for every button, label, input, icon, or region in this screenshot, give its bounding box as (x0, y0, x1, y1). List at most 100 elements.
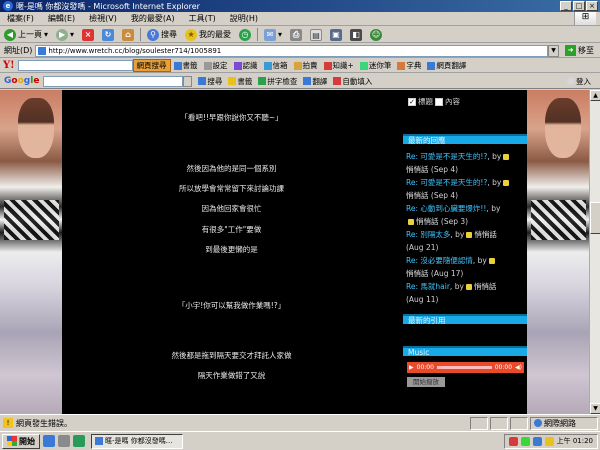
yahoo-search-input[interactable] (17, 60, 133, 71)
comment-link[interactable]: Re: 別隔太多 (406, 230, 450, 239)
google-search-dropdown[interactable] (183, 75, 193, 87)
close-button[interactable]: × (586, 1, 598, 11)
comment-item: Re: 別隔太多, by 悄悄話 (406, 228, 526, 241)
title-checkbox[interactable]: ✓ (408, 97, 416, 106)
yahoo-translate-button[interactable]: 網頁翻譯 (424, 60, 469, 71)
yahoo-logo[interactable]: Y! (0, 60, 18, 71)
google-search-button[interactable]: 搜尋 (195, 76, 225, 87)
menu-edit[interactable]: 編輯(E) (41, 13, 82, 24)
google-bookmarks-button[interactable]: 書籤 (225, 76, 255, 87)
clock[interactable]: 上午 01:20 (557, 436, 593, 446)
music-progress-bar[interactable] (436, 366, 492, 369)
volume-tray-icon[interactable] (544, 436, 554, 446)
google-login-button[interactable]: 登入 (564, 76, 594, 87)
comment-item: Re: 沒必要隨便認情, by (406, 254, 526, 267)
globe-icon (534, 419, 542, 427)
scroll-up-arrow[interactable]: ▲ (590, 90, 600, 101)
start-button[interactable]: 開始 (2, 433, 40, 449)
comment-by: , by (449, 282, 464, 291)
print-button[interactable]: ⎙ (286, 27, 306, 42)
google-logo[interactable]: Google (0, 76, 43, 86)
ie-quicklaunch-icon[interactable] (43, 435, 55, 447)
yahoo-knowledge-button[interactable]: 知識+ (321, 60, 357, 71)
yahoo-meet-button[interactable]: 認識 (231, 60, 261, 71)
comment-link[interactable]: Re: 沒必要隨便認情 (406, 256, 473, 265)
content-checkbox[interactable] (435, 97, 443, 106)
comment-by: , by (487, 178, 502, 187)
scroll-thumb[interactable] (590, 202, 600, 234)
minimize-button[interactable]: _ (560, 1, 572, 11)
yahoo-auction-button[interactable]: 拍賣 (291, 60, 321, 71)
comment-link[interactable]: Re: 心動到心臟要爆炸!! (406, 204, 486, 213)
system-tray: 上午 01:20 (503, 433, 598, 449)
yahoo-notes-button[interactable]: 迷你筆 (357, 60, 395, 71)
yahoo-settings-button[interactable]: 設定 (201, 60, 231, 71)
comment-link[interactable]: Re: 可愛是不是天生的!? (406, 178, 487, 187)
messenger-button[interactable]: ☺ (366, 27, 386, 42)
music-header: Music (403, 346, 527, 357)
music-total: 00:00 (494, 364, 513, 371)
messenger-tray-icon[interactable] (532, 436, 542, 446)
menu-view[interactable]: 檢視(V) (82, 13, 124, 24)
comment-link[interactable]: Re: 馬就hair (406, 282, 450, 291)
vertical-scrollbar[interactable]: ▲ ▼ (589, 90, 600, 414)
google-spellcheck-button[interactable]: 拼字檢查 (255, 76, 300, 87)
yahoo-bookmarks-button[interactable]: 書籤 (171, 60, 201, 71)
yahoo-dictionary-button[interactable]: 字典 (394, 60, 424, 71)
star-icon: ★ (185, 28, 198, 41)
back-button[interactable]: ◀ 上一頁 ▾ (0, 27, 52, 42)
chevron-down-icon[interactable]: ▾ (278, 30, 282, 39)
media-quicklaunch-icon[interactable] (73, 435, 85, 447)
mail-button[interactable]: ✉ ▾ (260, 27, 286, 42)
network-tray-icon[interactable] (520, 436, 530, 446)
google-search-input[interactable] (43, 75, 184, 87)
research-button[interactable]: ◧ (346, 27, 366, 42)
search-label: 搜尋 (161, 30, 178, 39)
taskbar: 開始 暱-是嗎 你都沒發嗎... 上午 01:20 (0, 431, 600, 450)
windows-logo-icon: ⊞ (574, 12, 596, 25)
scroll-down-arrow[interactable]: ▼ (590, 403, 600, 414)
menu-favorites[interactable]: 我的最愛(A) (124, 13, 182, 24)
post-line: 有很多"工作"要做 (201, 225, 262, 234)
volume-icon[interactable]: ◀) (515, 364, 522, 371)
comment-by: , by (450, 230, 465, 239)
music-play-button[interactable]: 開始撥放 (407, 377, 445, 387)
home-button[interactable]: ⌂ (118, 27, 138, 42)
search-button[interactable]: ⚲ 搜尋 (143, 27, 181, 42)
page-icon (38, 46, 47, 55)
status-message[interactable]: ! 網頁發生錯誤。 (0, 418, 470, 429)
address-input[interactable]: http://www.wretch.cc/blog/soulester714/1… (35, 44, 548, 57)
google-login-label: 登入 (576, 76, 591, 86)
forward-button[interactable]: ▶ ▾ (52, 27, 78, 42)
address-dropdown[interactable]: ▼ (548, 44, 559, 57)
menu-file[interactable]: 檔案(F) (0, 13, 41, 24)
refresh-button[interactable]: ↻ (98, 27, 118, 42)
ie-icon: e (3, 1, 13, 11)
chevron-down-icon[interactable]: ▾ (70, 30, 74, 39)
maximize-button[interactable]: □ (573, 1, 585, 11)
google-translate-button[interactable]: 翻譯 (300, 76, 330, 87)
play-icon[interactable]: ▶ (409, 364, 414, 371)
favorites-button[interactable]: ★ 我的最愛 (181, 27, 235, 42)
status-bar: ! 網頁發生錯誤。 網際網路 (0, 414, 600, 431)
comment-item: Re: 可愛是不是天生的!?, by (406, 176, 526, 189)
history-button[interactable]: ◷ (235, 27, 255, 42)
comment-link[interactable]: Re: 可愛是不是天生的!? (406, 152, 487, 161)
desktop-quicklaunch-icon[interactable] (58, 435, 70, 447)
yahoo-web-search-button[interactable]: 網頁搜尋 (132, 59, 171, 72)
google-autofill-button[interactable]: 自動填入 (330, 76, 375, 87)
discuss-button[interactable]: ▣ (326, 27, 346, 42)
menu-help[interactable]: 說明(H) (223, 13, 265, 24)
go-button[interactable]: ➜ 移至 (559, 45, 600, 56)
chevron-down-icon[interactable]: ▾ (44, 30, 48, 39)
music-player[interactable]: ▶ 00:00 00:00 ◀) (407, 362, 524, 373)
comment-item: Re: 馬就hair, by 悄悄話 (406, 280, 526, 293)
stop-button[interactable]: × (78, 27, 98, 42)
photo-scarf (531, 200, 586, 240)
edit-button[interactable]: ▤ (306, 27, 326, 42)
taskbar-ie-window[interactable]: 暱-是嗎 你都沒發嗎... (91, 433, 183, 449)
antivirus-tray-icon[interactable] (508, 436, 518, 446)
comment-meta: (Aug 21) (406, 241, 526, 254)
yahoo-mail-button[interactable]: 信箱 (261, 60, 291, 71)
menu-tools[interactable]: 工具(T) (182, 13, 223, 24)
